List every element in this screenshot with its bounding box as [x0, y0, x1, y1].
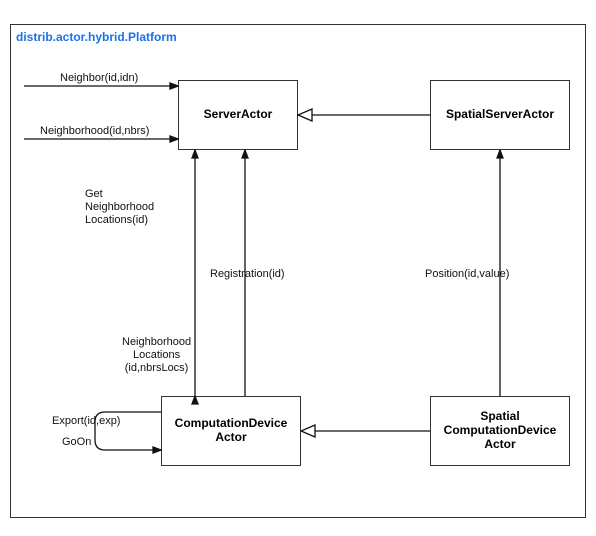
msg-registration: Registration(id)	[210, 268, 285, 281]
msg-neighbor: Neighbor(id,idn)	[60, 72, 138, 85]
package-title: distrib.actor.hybrid.Platform	[16, 30, 177, 44]
msg-position: Position(id,value)	[425, 268, 509, 281]
msg-neighborhood: Neighborhood(id,nbrs)	[40, 125, 149, 138]
class-label: ServerActor	[204, 108, 273, 122]
class-label: Spatial ComputationDevice Actor	[437, 410, 563, 451]
diagram-canvas: distrib.actor.hybrid.Platform ServerActo…	[0, 0, 596, 536]
class-label: SpatialServerActor	[446, 108, 554, 122]
msg-get-neighborhood-locations: Get Neighborhood Locations(id)	[85, 188, 154, 228]
class-spatial-computation-device-actor: Spatial ComputationDevice Actor	[430, 396, 570, 466]
class-computation-device-actor: ComputationDevice Actor	[161, 396, 301, 466]
msg-neighborhood-locations: Neighborhood Locations (id,nbrsLocs)	[122, 336, 191, 376]
class-label: ComputationDevice Actor	[168, 417, 294, 445]
msg-goon: GoOn	[62, 436, 91, 449]
class-server-actor: ServerActor	[178, 80, 298, 150]
msg-export: Export(id,exp)	[52, 415, 120, 428]
class-spatial-server-actor: SpatialServerActor	[430, 80, 570, 150]
